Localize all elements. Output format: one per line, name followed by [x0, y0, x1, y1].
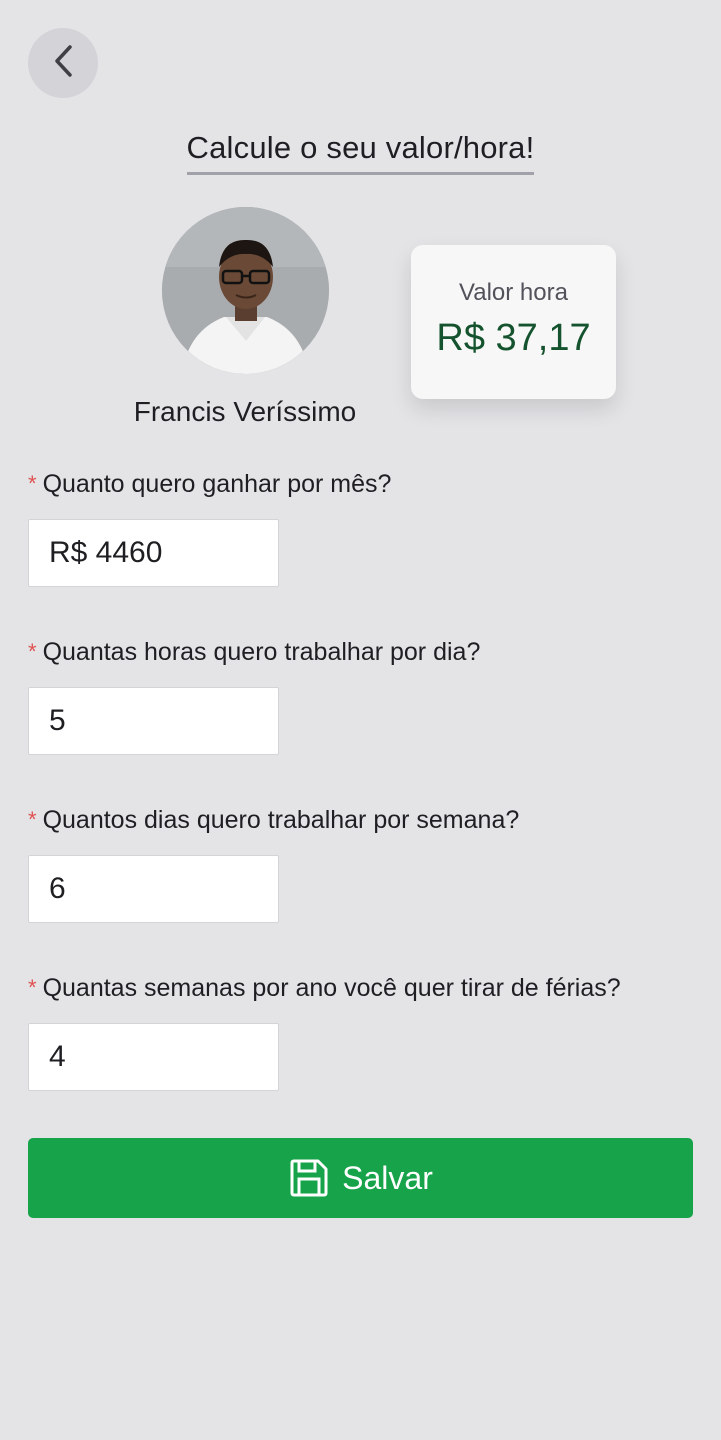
chevron-left-icon [52, 44, 74, 83]
hours-per-day-input[interactable] [28, 687, 279, 755]
required-mark: * [28, 807, 37, 832]
hours-per-day-label: * Quantas horas quero trabalhar por dia? [28, 638, 481, 666]
page-title: Calcule o seu valor/hora! [186, 130, 535, 175]
required-mark: * [28, 471, 37, 496]
hourly-rate-value: R$ 37,17 [436, 317, 591, 359]
days-per-week-field: * Quantos dias quero trabalhar por semana… [28, 806, 519, 923]
vacation-weeks-label: * Quantas semanas por ano você quer tirar… [28, 974, 621, 1002]
required-mark: * [28, 975, 37, 1000]
required-mark: * [28, 639, 37, 664]
save-button[interactable]: Salvar [28, 1138, 693, 1218]
page-header: Calcule o seu valor/hora! [0, 130, 721, 175]
save-icon [288, 1157, 330, 1199]
monthly-income-label: * Quanto quero ganhar por mês? [28, 470, 392, 498]
monthly-income-field: * Quanto quero ganhar por mês? [28, 470, 391, 587]
user-name: Francis Veríssimo [133, 396, 357, 427]
days-per-week-input[interactable] [28, 855, 279, 923]
hourly-rate-card: Valor hora R$ 37,17 [411, 245, 616, 399]
monthly-income-input[interactable] [28, 519, 279, 587]
vacation-weeks-field: * Quantas semanas por ano você quer tirar… [28, 974, 621, 1091]
vacation-weeks-input[interactable] [28, 1023, 279, 1091]
days-per-week-label: * Quantos dias quero trabalhar por semana… [28, 806, 520, 834]
back-button[interactable] [28, 28, 98, 98]
hourly-rate-label: Valor hora [459, 279, 568, 306]
save-button-label: Salvar [342, 1159, 433, 1196]
hours-per-day-field: * Quantas horas quero trabalhar por dia? [28, 638, 480, 755]
avatar [162, 207, 329, 374]
